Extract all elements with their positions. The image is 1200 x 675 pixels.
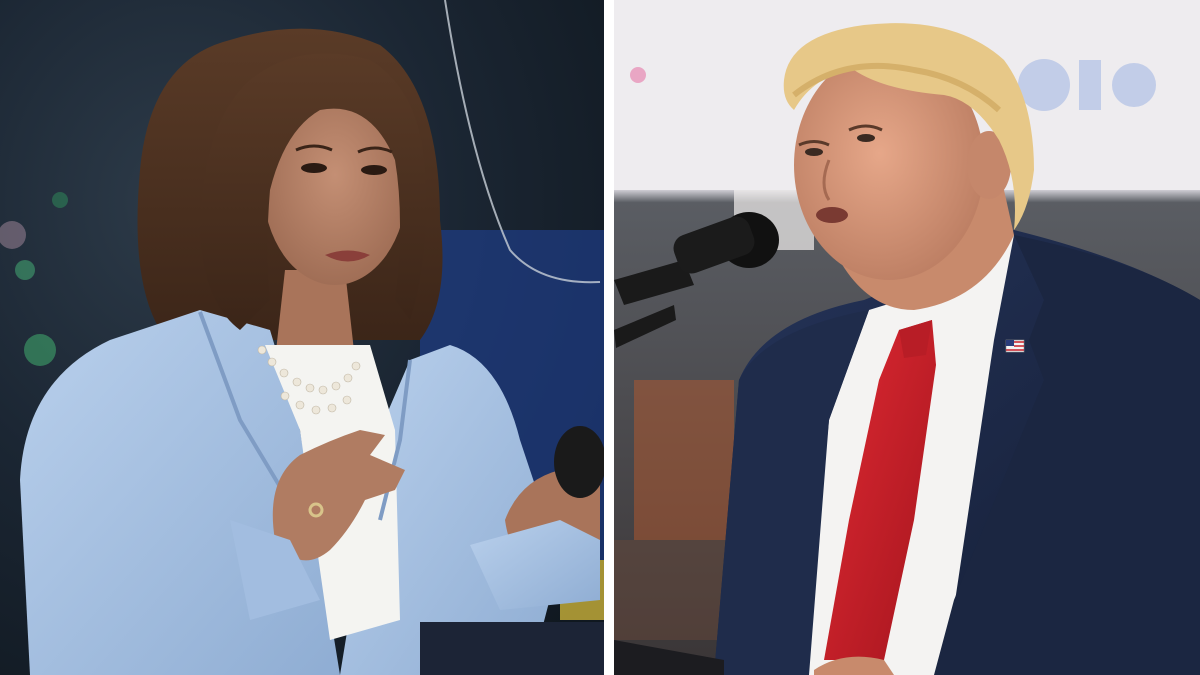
right-speaker-photo (614, 0, 1200, 675)
right-photo-panel (614, 0, 1200, 675)
split-photo (0, 0, 1200, 675)
left-photo-panel (0, 0, 604, 675)
panel-divider (604, 0, 614, 675)
left-speaker-photo (0, 0, 604, 675)
